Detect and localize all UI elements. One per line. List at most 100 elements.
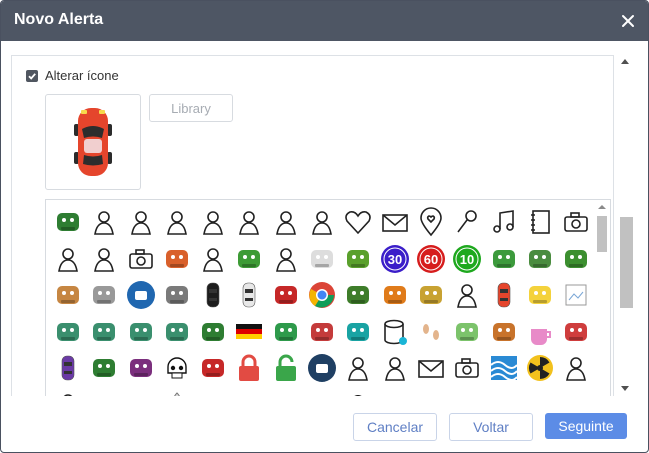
lock-icon[interactable] (231, 350, 267, 386)
coffee-icon[interactable] (522, 314, 558, 350)
robot-badge-icon[interactable] (123, 277, 159, 313)
eagle-icon[interactable] (304, 314, 340, 350)
ring-icon[interactable] (86, 241, 122, 277)
cow-icon[interactable] (50, 277, 86, 313)
scroll-down-icon[interactable] (621, 386, 629, 391)
icon-picker-scroll-thumb[interactable] (597, 216, 607, 252)
camcorder-icon[interactable] (449, 350, 485, 386)
grapes-icon-glyph (129, 359, 152, 377)
seal-icon[interactable] (159, 277, 195, 313)
wedding-dress-icon[interactable] (231, 204, 267, 240)
icon-picker-scrollbar[interactable] (594, 200, 610, 396)
chrome-icon[interactable] (304, 277, 340, 313)
robot-dino-icon[interactable] (159, 241, 195, 277)
small-plant-icon[interactable] (195, 314, 231, 350)
woman-icon[interactable] (449, 314, 485, 350)
red-car-icon[interactable] (486, 277, 522, 313)
boy-icon[interactable] (486, 314, 522, 350)
family-icon[interactable] (558, 314, 594, 350)
red-truck-icon[interactable] (268, 277, 304, 313)
purple-car-icon-glyph (61, 355, 75, 381)
envelope-icon[interactable] (413, 350, 449, 386)
love-letter-icon[interactable] (377, 204, 413, 240)
speed-10-icon[interactable]: 10 (449, 241, 485, 277)
footprints-icon[interactable] (413, 314, 449, 350)
calendar-heart-icon[interactable] (195, 204, 231, 240)
minion-icon[interactable] (522, 277, 558, 313)
ambulance-icon-glyph (274, 322, 297, 341)
change-icon-label: Alterar ícone (45, 68, 119, 83)
dialog-scrollbar[interactable] (617, 55, 633, 395)
library-button[interactable]: Library (149, 94, 233, 122)
camera-icon[interactable] (558, 204, 594, 240)
broken-image-icon-glyph (565, 284, 587, 306)
plant-icon[interactable] (50, 204, 86, 240)
purple-car-icon[interactable] (50, 350, 86, 386)
jet-icon[interactable] (195, 241, 231, 277)
database-icon[interactable] (377, 314, 413, 350)
harvester-icon[interactable] (340, 241, 376, 277)
unlock-icon[interactable] (268, 350, 304, 386)
germany-flag-icon[interactable] (231, 314, 267, 350)
scroll-up-icon[interactable] (621, 59, 629, 64)
plant-pot-icon[interactable] (86, 350, 122, 386)
footprints-icon-glyph (422, 323, 439, 340)
dialog-scroll-thumb[interactable] (620, 217, 633, 308)
tank-icon-4[interactable] (159, 314, 195, 350)
microphone-icon[interactable] (449, 204, 485, 240)
music-note-icon[interactable] (486, 204, 522, 240)
cow-icon-glyph (57, 286, 79, 304)
grapes-icon[interactable] (123, 350, 159, 386)
radiation-icon[interactable] (522, 350, 558, 386)
wedding-arch-icon[interactable] (86, 204, 122, 240)
location-heart-icon[interactable] (413, 204, 449, 240)
truck-green-icon[interactable] (522, 241, 558, 277)
bouquet-icon[interactable] (268, 204, 304, 240)
chef-icon[interactable] (377, 350, 413, 386)
green-robot-icon[interactable] (231, 241, 267, 277)
change-icon-row[interactable]: Alterar ícone (26, 68, 119, 83)
car-badge-icon-glyph (308, 354, 337, 382)
close-icon[interactable] (616, 9, 640, 33)
waves-icon[interactable] (486, 350, 522, 386)
change-icon-checkbox[interactable] (26, 69, 38, 82)
nun-icon-glyph (566, 357, 587, 381)
skull-icon[interactable] (159, 350, 195, 386)
camcorder-icon-glyph (455, 358, 480, 378)
car-badge-icon[interactable] (304, 350, 340, 386)
tractor-icon[interactable] (558, 241, 594, 277)
ambulance-icon[interactable] (268, 314, 304, 350)
heart-icon[interactable] (340, 204, 376, 240)
nun-icon[interactable] (558, 350, 594, 386)
next-button[interactable]: Seguinte (545, 413, 627, 439)
new-alert-dialog: Novo Alerta Alterar ícone Library 30 60 … (0, 0, 649, 453)
movie-camera-icon[interactable] (123, 241, 159, 277)
tank-icon[interactable] (50, 314, 86, 350)
wedding-cake-icon[interactable] (159, 204, 195, 240)
champagne-glasses-icon[interactable] (304, 204, 340, 240)
fireworks-icon[interactable] (340, 350, 376, 386)
garage-icon[interactable] (268, 241, 304, 277)
robot-red-icon[interactable] (195, 350, 231, 386)
plant-pot-icon-glyph (93, 359, 116, 377)
bus-icon[interactable] (340, 314, 376, 350)
white-car-icon[interactable] (231, 277, 267, 313)
broken-image-icon[interactable] (558, 277, 594, 313)
octopus-icon[interactable] (340, 277, 376, 313)
frog-icon[interactable] (486, 241, 522, 277)
black-car-icon[interactable] (195, 277, 231, 313)
rabbit-icon[interactable] (304, 241, 340, 277)
tank-icon-3[interactable] (123, 314, 159, 350)
cat-icon[interactable] (86, 277, 122, 313)
cancel-button[interactable]: Cancelar (353, 413, 437, 441)
mining-truck-icon[interactable] (413, 277, 449, 313)
bride-icon[interactable] (123, 204, 159, 240)
groom-icon[interactable] (50, 241, 86, 277)
monopoly-man-icon[interactable] (449, 277, 485, 313)
speed-30-icon[interactable]: 30 (377, 241, 413, 277)
speed-60-icon[interactable]: 60 (413, 241, 449, 277)
tank-icon-2[interactable] (86, 314, 122, 350)
dump-truck-icon[interactable] (377, 277, 413, 313)
back-button[interactable]: Voltar (449, 413, 533, 441)
notebook-icon[interactable] (522, 204, 558, 240)
